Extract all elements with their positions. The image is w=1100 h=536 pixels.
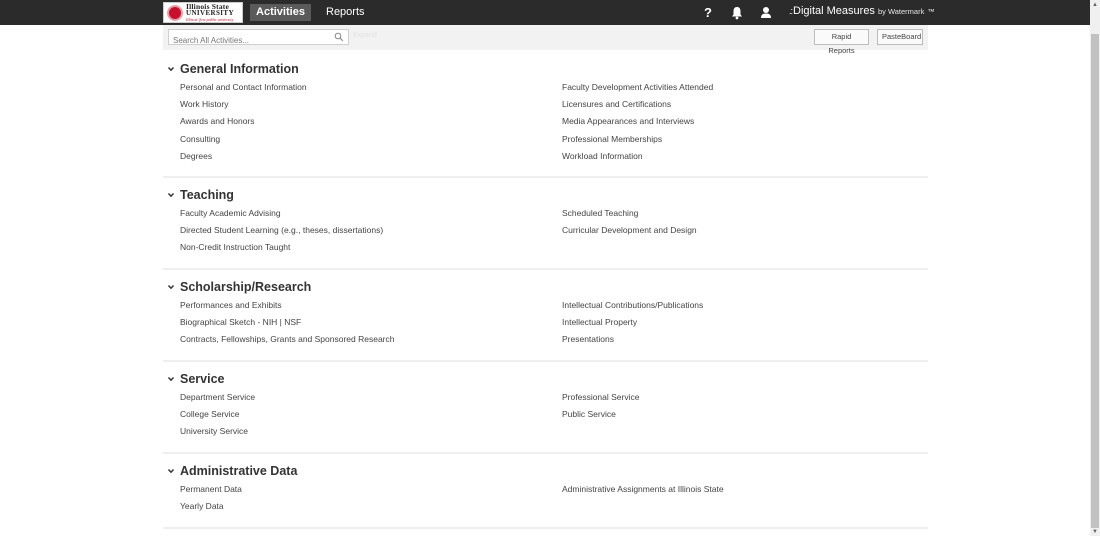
section-title: General Information [180,62,299,76]
section-right-column: Faculty Development Activities Attended … [562,79,713,165]
section-teaching: Teaching Faculty Academic Advising Direc… [163,187,928,270]
bell-icon[interactable] [729,4,745,21]
list-item[interactable]: Directed Student Learning (e.g., theses,… [180,222,383,239]
list-item[interactable]: Presentations [562,331,703,348]
list-item[interactable]: Intellectual Property [562,314,703,331]
list-item[interactable]: Faculty Academic Advising [180,205,383,222]
brand-by-watermark: by Watermark [877,7,925,16]
section-administrative-data: Administrative Data Permanent Data Yearl… [163,463,928,529]
university-seal-icon [167,4,183,21]
top-navigation-bar: Illinois State UNIVERSITY Illinois' firs… [0,0,1090,25]
scroll-down-arrow-icon[interactable]: ▼ [1090,528,1100,536]
chevron-down-icon [167,192,175,198]
section-service: Service Department Service College Servi… [163,371,928,454]
section-general-information: General Information Personal and Contact… [163,61,928,178]
logo-tagline: Illinois' first public university [186,17,234,23]
brand-trademark: ™ [927,7,935,16]
list-item[interactable]: Professional Service [562,389,639,406]
brand-dots-icon: .: [789,6,793,16]
logo-line-2: UNIVERSITY [186,9,234,18]
vertical-scrollbar[interactable]: ▲ ▼ [1090,0,1100,536]
section-title: Service [180,372,225,386]
search-icon[interactable] [334,32,344,42]
section-title: Administrative Data [180,464,298,478]
list-item[interactable]: Non-Credit Instruction Taught [180,239,383,256]
tab-reports[interactable]: Reports [318,4,373,21]
section-left-column: Faculty Academic Advising Directed Stude… [180,205,383,257]
list-item[interactable]: Consulting [180,131,307,148]
chevron-down-icon [167,66,175,72]
section-left-column: Personal and Contact Information Work Hi… [180,79,307,165]
list-item[interactable]: Media Appearances and Interviews [562,113,713,130]
section-title: Teaching [180,188,234,202]
list-item[interactable]: University Service [180,423,255,440]
list-item[interactable]: Department Service [180,389,255,406]
list-item[interactable]: Scheduled Teaching [562,205,697,222]
list-item[interactable]: College Service [180,406,255,423]
chevron-down-icon [167,468,175,474]
search-box [168,29,349,48]
chevron-down-icon [167,284,175,290]
rapid-reports-button[interactable]: Rapid Reports [814,29,869,55]
scrollbar-thumb[interactable] [1091,34,1099,528]
chevron-down-icon [167,376,175,382]
logo-text: Illinois State UNIVERSITY Illinois' firs… [186,3,234,23]
list-item[interactable]: Personal and Contact Information [180,79,307,96]
list-item[interactable]: Degrees [180,148,307,165]
list-item[interactable]: Public Service [562,406,639,423]
activities-toolbar: Expand Rapid Reports PasteBoard [163,25,928,55]
section-left-column: Department Service College Service Unive… [180,389,255,441]
university-logo[interactable]: Illinois State UNIVERSITY Illinois' firs… [163,2,243,23]
section-right-column: Intellectual Contributions/Publications … [562,297,703,349]
list-item[interactable]: Work History [180,96,307,113]
digital-measures-brand[interactable]: .:Digital Measures by Watermark ™ [789,5,935,17]
section-right-column: Professional Service Public Service [562,389,639,423]
list-item[interactable]: Professional Memberships [562,131,713,148]
section-header-administrative-data[interactable]: Administrative Data [167,463,297,479]
list-item[interactable]: Awards and Honors [180,113,307,130]
brand-name: Digital Measures [793,5,875,17]
section-right-column: Administrative Assignments at Illinois S… [562,481,724,498]
section-header-service[interactable]: Service [167,371,224,387]
list-item[interactable]: Licensures and Certifications [562,96,713,113]
list-item[interactable]: Permanent Data [180,481,242,498]
section-header-general-information[interactable]: General Information [167,61,299,77]
list-item[interactable]: Biographical Sketch - NIH | NSF [180,314,395,331]
pasteboard-button[interactable]: PasteBoard [877,29,923,45]
tab-activities[interactable]: Activities [250,4,311,21]
list-item[interactable]: Faculty Development Activities Attended [562,79,713,96]
scroll-up-arrow-icon[interactable]: ▲ [1090,0,1100,10]
section-header-scholarship-research[interactable]: Scholarship/Research [167,279,311,295]
list-item[interactable]: Workload Information [562,148,713,165]
list-item[interactable]: Curricular Development and Design [562,222,697,239]
section-left-column: Performances and Exhibits Biographical S… [180,297,395,349]
list-item[interactable]: Yearly Data [180,498,242,515]
list-item[interactable]: Contracts, Fellowships, Grants and Spons… [180,331,395,348]
section-header-teaching[interactable]: Teaching [167,187,234,203]
list-item[interactable]: Performances and Exhibits [180,297,395,314]
help-icon[interactable]: ? [700,4,716,21]
user-icon[interactable] [758,4,774,21]
section-scholarship-research: Scholarship/Research Performances and Ex… [163,279,928,362]
list-item[interactable]: Intellectual Contributions/Publications [562,297,703,314]
search-input[interactable] [169,33,329,48]
section-right-column: Scheduled Teaching Curricular Developmen… [562,205,697,239]
list-item[interactable]: Administrative Assignments at Illinois S… [562,481,724,498]
section-title: Scholarship/Research [180,280,312,294]
section-left-column: Permanent Data Yearly Data [180,481,242,515]
expand-all-link[interactable]: Expand [353,32,377,39]
